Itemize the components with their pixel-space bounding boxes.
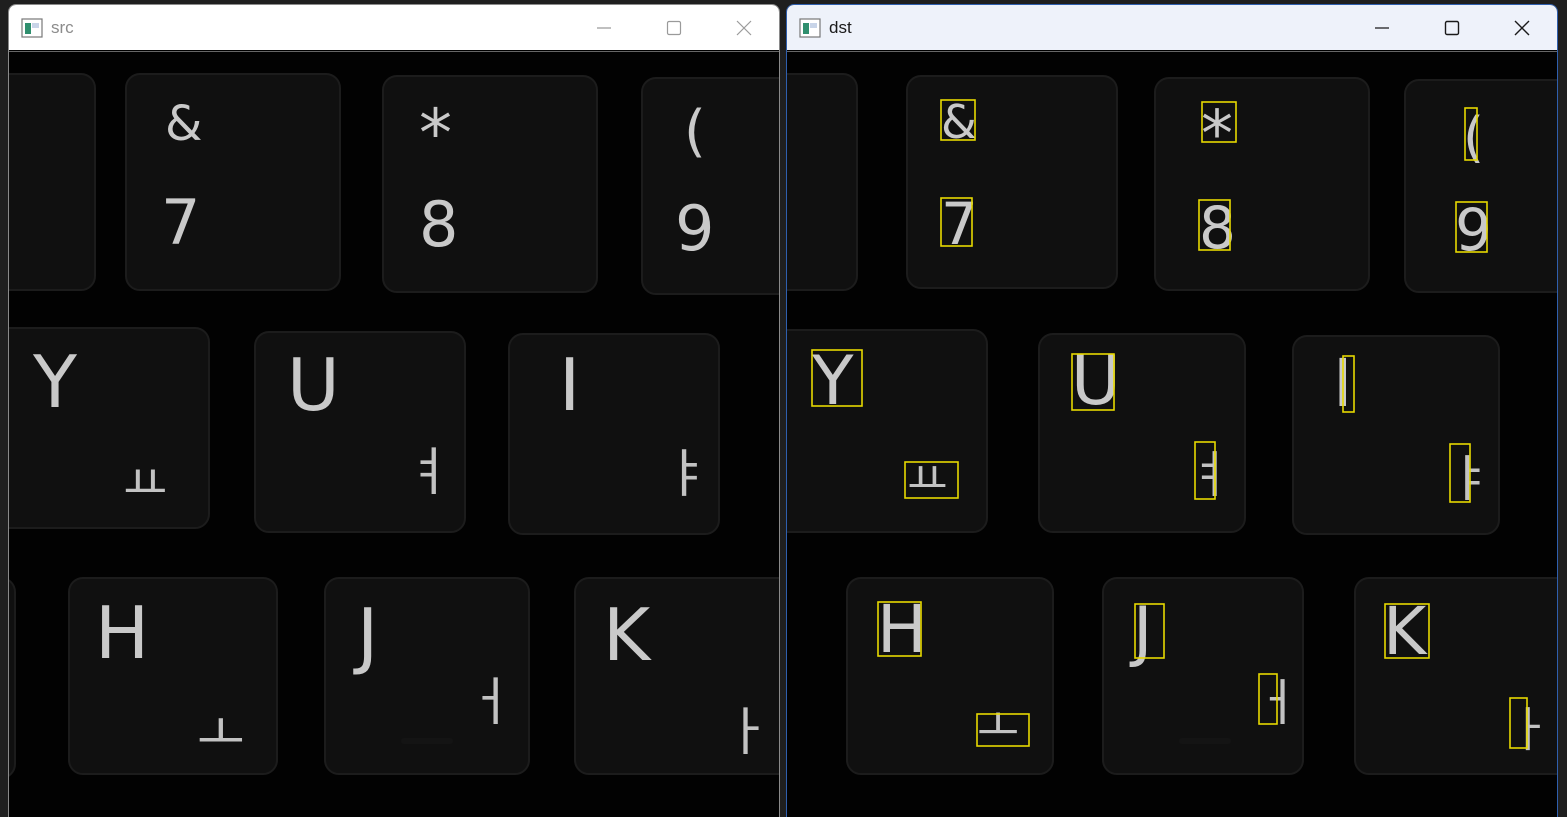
key-glyph-ampersand: & (941, 95, 977, 149)
key-glyph-7: 7 (161, 186, 200, 259)
key-glyph-hangul-a: ㅏ (1507, 702, 1551, 758)
key-glyph-hangul-a: ㅏ (723, 703, 771, 763)
window-title: src (51, 17, 74, 37)
src-keyboard-image: & 7 * 8 ( 9 Y ㅛ U ㅕ I ㅑ H ㅗ J ㅓ K ㅏ (9, 52, 779, 817)
window-title: dst (829, 17, 852, 37)
maximize-icon (666, 20, 682, 35)
key-glyph-8: 8 (419, 188, 458, 261)
key-glyph-left-paren: ( (684, 99, 706, 164)
dst-image-canvas: & 7 * 8 ( 9 Y ㅛ U ㅕ I ㅑ H ㅗ J ㅓ K ㅏ (787, 51, 1557, 817)
src-titlebar[interactable]: src (9, 5, 779, 50)
key-bump-bar (1179, 738, 1231, 744)
key-glyph-K: K (603, 593, 652, 677)
key-glyph-hangul-yeo: ㅕ (405, 443, 453, 503)
app-icon (21, 17, 43, 38)
key-glyph-hangul-o: ㅗ (977, 699, 1019, 753)
maximize-icon (1444, 20, 1460, 35)
key-glyph-I: I (559, 343, 580, 427)
dst-titlebar[interactable]: dst (787, 5, 1557, 50)
minimize-icon (597, 26, 611, 29)
key-glyph-H: H (95, 591, 149, 675)
key-glyph-asterisk: * (1201, 98, 1233, 172)
key-glyph-hangul-yeo: ㅕ (1187, 446, 1233, 504)
close-icon (1514, 20, 1530, 35)
key-glyph-U: U (287, 343, 340, 427)
minimize-icon (1375, 26, 1389, 29)
close-button[interactable] (709, 5, 779, 50)
maximize-button[interactable] (639, 5, 709, 50)
key-glyph-Y: Y (32, 340, 78, 424)
dst-keyboard-image: & 7 * 8 ( 9 Y ㅛ U ㅕ I ㅑ H ㅗ J ㅓ K ㅏ (787, 52, 1557, 817)
src-window[interactable]: src & 7 * 8 (9 Y ㅛ U ㅕ I ㅑ H ㅗ J ㅓ K ㅏ (8, 4, 780, 817)
key-bump-bar (401, 738, 453, 744)
key-glyph-hangul-eo: ㅓ (467, 673, 515, 733)
key-glyph-asterisk: * (419, 95, 452, 172)
key-glyph-hangul-ya: ㅑ (663, 445, 711, 505)
key-glyph-hangul-yo: ㅛ (123, 456, 167, 512)
maximize-button[interactable] (1417, 5, 1487, 50)
app-icon (799, 17, 821, 38)
close-icon (736, 20, 752, 35)
src-image-canvas: & 7 * 8 ( 9 Y ㅛ U ㅕ I ㅑ H ㅗ J ㅓ K ㅏ (9, 51, 779, 817)
close-button[interactable] (1487, 5, 1557, 50)
key-glyph-hangul-o: ㅗ (197, 705, 245, 765)
dst-window[interactable]: dst & 7 * 8 (9 Y ㅛ U ㅕ I ㅑ H ㅗ J ㅓ K ㅏ (786, 4, 1558, 817)
key-glyph-9: 9 (675, 192, 714, 265)
key-glyph-ampersand: & (165, 96, 202, 152)
minimize-button[interactable] (569, 5, 639, 50)
minimize-button[interactable] (1347, 5, 1417, 50)
key-glyph-Y: Y (811, 342, 854, 421)
key-glyph-J: J (353, 593, 378, 677)
